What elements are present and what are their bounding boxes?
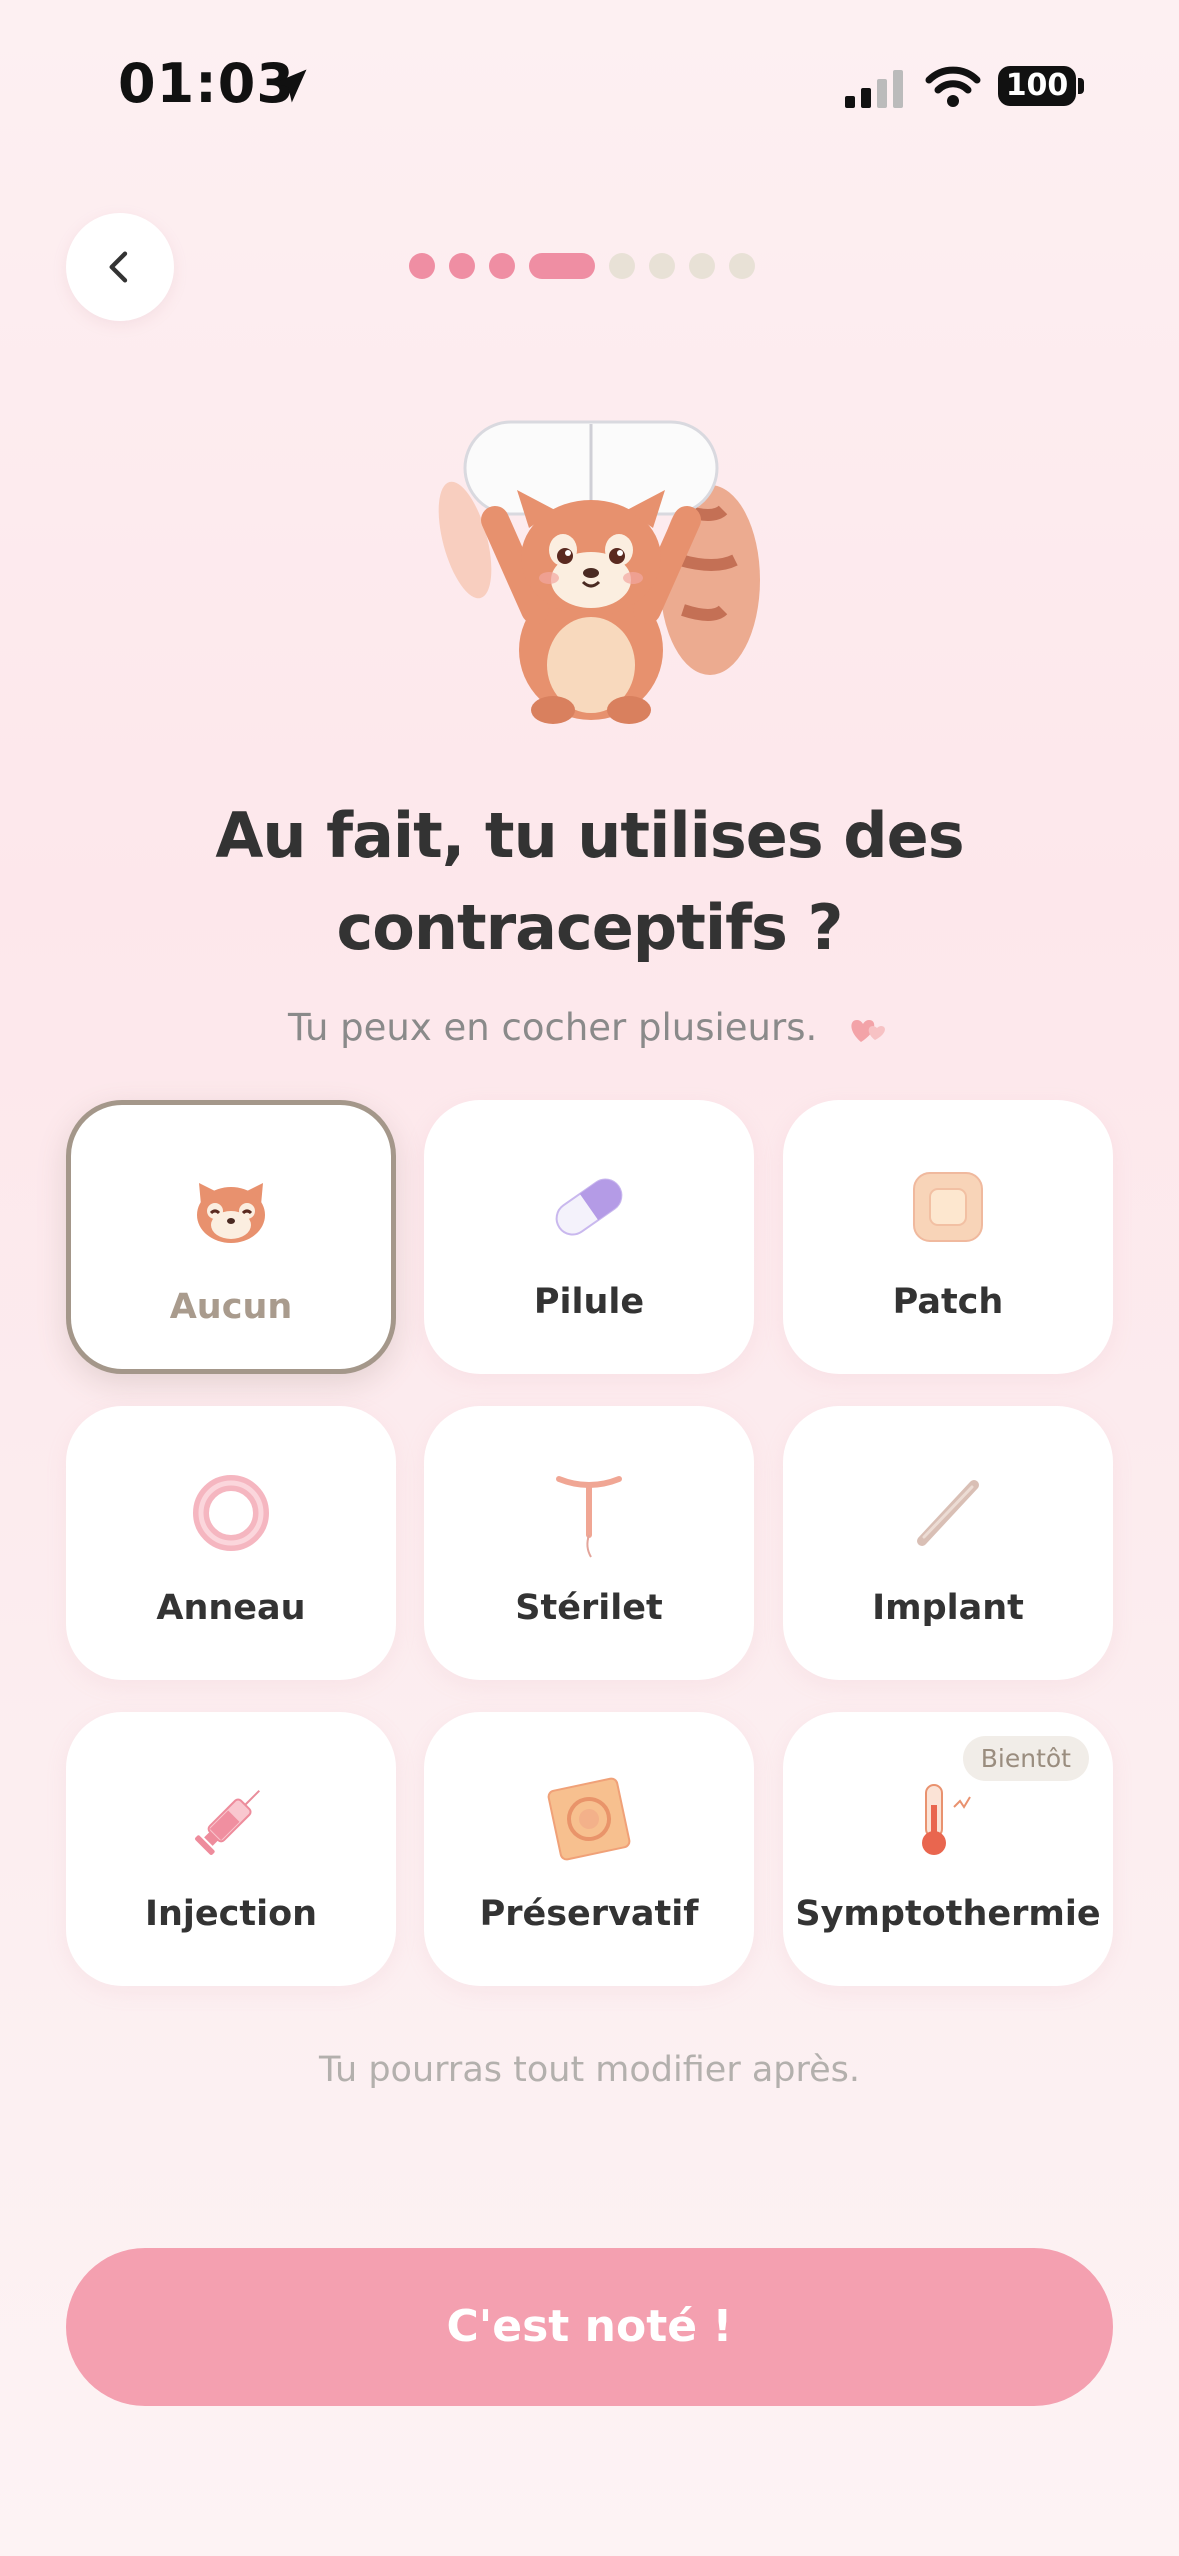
cellular-signal-icon (845, 70, 903, 108)
progress-dot (409, 253, 435, 279)
iud-icon (544, 1468, 634, 1558)
confirm-button[interactable]: C'est noté ! (66, 2248, 1113, 2406)
page-subtitle: Tu peux en cocher plusieurs. (100, 1006, 1079, 1049)
option-label: Pilule (533, 1282, 645, 1322)
option-card-injection[interactable]: Injection (66, 1712, 396, 1986)
progress-dot (649, 253, 675, 279)
progress-dot-current (529, 253, 595, 279)
option-label: Injection (144, 1894, 318, 1934)
thermometer-icon (903, 1774, 993, 1864)
subtitle-text: Tu peux en cocher plusieurs. (287, 1006, 818, 1049)
option-card-pilule[interactable]: Pilule (424, 1100, 754, 1374)
chevron-left-icon (109, 251, 128, 283)
option-card-preservatif[interactable]: Préservatif (424, 1712, 754, 1986)
ring-icon (186, 1468, 276, 1558)
pill-capsule-icon (544, 1162, 634, 1252)
option-label: Symptothermie (795, 1894, 1101, 1934)
progress-dot (609, 253, 635, 279)
red-panda-mascot-illustration (438, 420, 760, 724)
status-bar: 01:03 100 (0, 0, 1179, 170)
option-card-anneau[interactable]: Anneau (66, 1406, 396, 1680)
option-card-sterilet[interactable]: Stérilet (424, 1406, 754, 1680)
page-title: Au fait, tu utilises des contraceptifs ? (100, 790, 1079, 974)
battery-indicator: 100 (998, 66, 1076, 106)
hearts-icon (851, 1019, 885, 1042)
option-card-implant[interactable]: Implant (783, 1406, 1113, 1680)
progress-dot (729, 253, 755, 279)
patch-icon (903, 1162, 993, 1252)
page-title-line1: Au fait, tu utilises des (215, 799, 964, 872)
wifi-icon (925, 66, 981, 107)
progress-dot (489, 253, 515, 279)
option-card-symptothermie[interactable]: Bientôt Symptothermie (783, 1712, 1113, 1986)
option-label: Patch (892, 1282, 1004, 1322)
progress-dot (449, 253, 475, 279)
option-label: Stérilet (515, 1588, 663, 1628)
option-label: Implant (872, 1588, 1024, 1628)
location-arrow-icon (273, 69, 307, 103)
battery-tip (1078, 78, 1084, 94)
option-label: Anneau (156, 1588, 306, 1628)
footnote: Tu pourras tout modifier après. (318, 2050, 861, 2090)
option-label: Préservatif (479, 1894, 699, 1934)
option-card-patch[interactable]: Patch (783, 1100, 1113, 1374)
option-label: Aucun (169, 1287, 293, 1327)
syringe-icon (186, 1774, 276, 1864)
step-progress-indicator (409, 253, 755, 279)
option-card-aucun[interactable]: Aucun (66, 1100, 396, 1374)
page-title-line2: contraceptifs ? (336, 891, 843, 964)
progress-dot (689, 253, 715, 279)
implant-rod-icon (903, 1468, 993, 1558)
condom-icon (544, 1774, 634, 1864)
red-panda-face-icon (186, 1167, 276, 1257)
back-button[interactable] (66, 213, 174, 321)
